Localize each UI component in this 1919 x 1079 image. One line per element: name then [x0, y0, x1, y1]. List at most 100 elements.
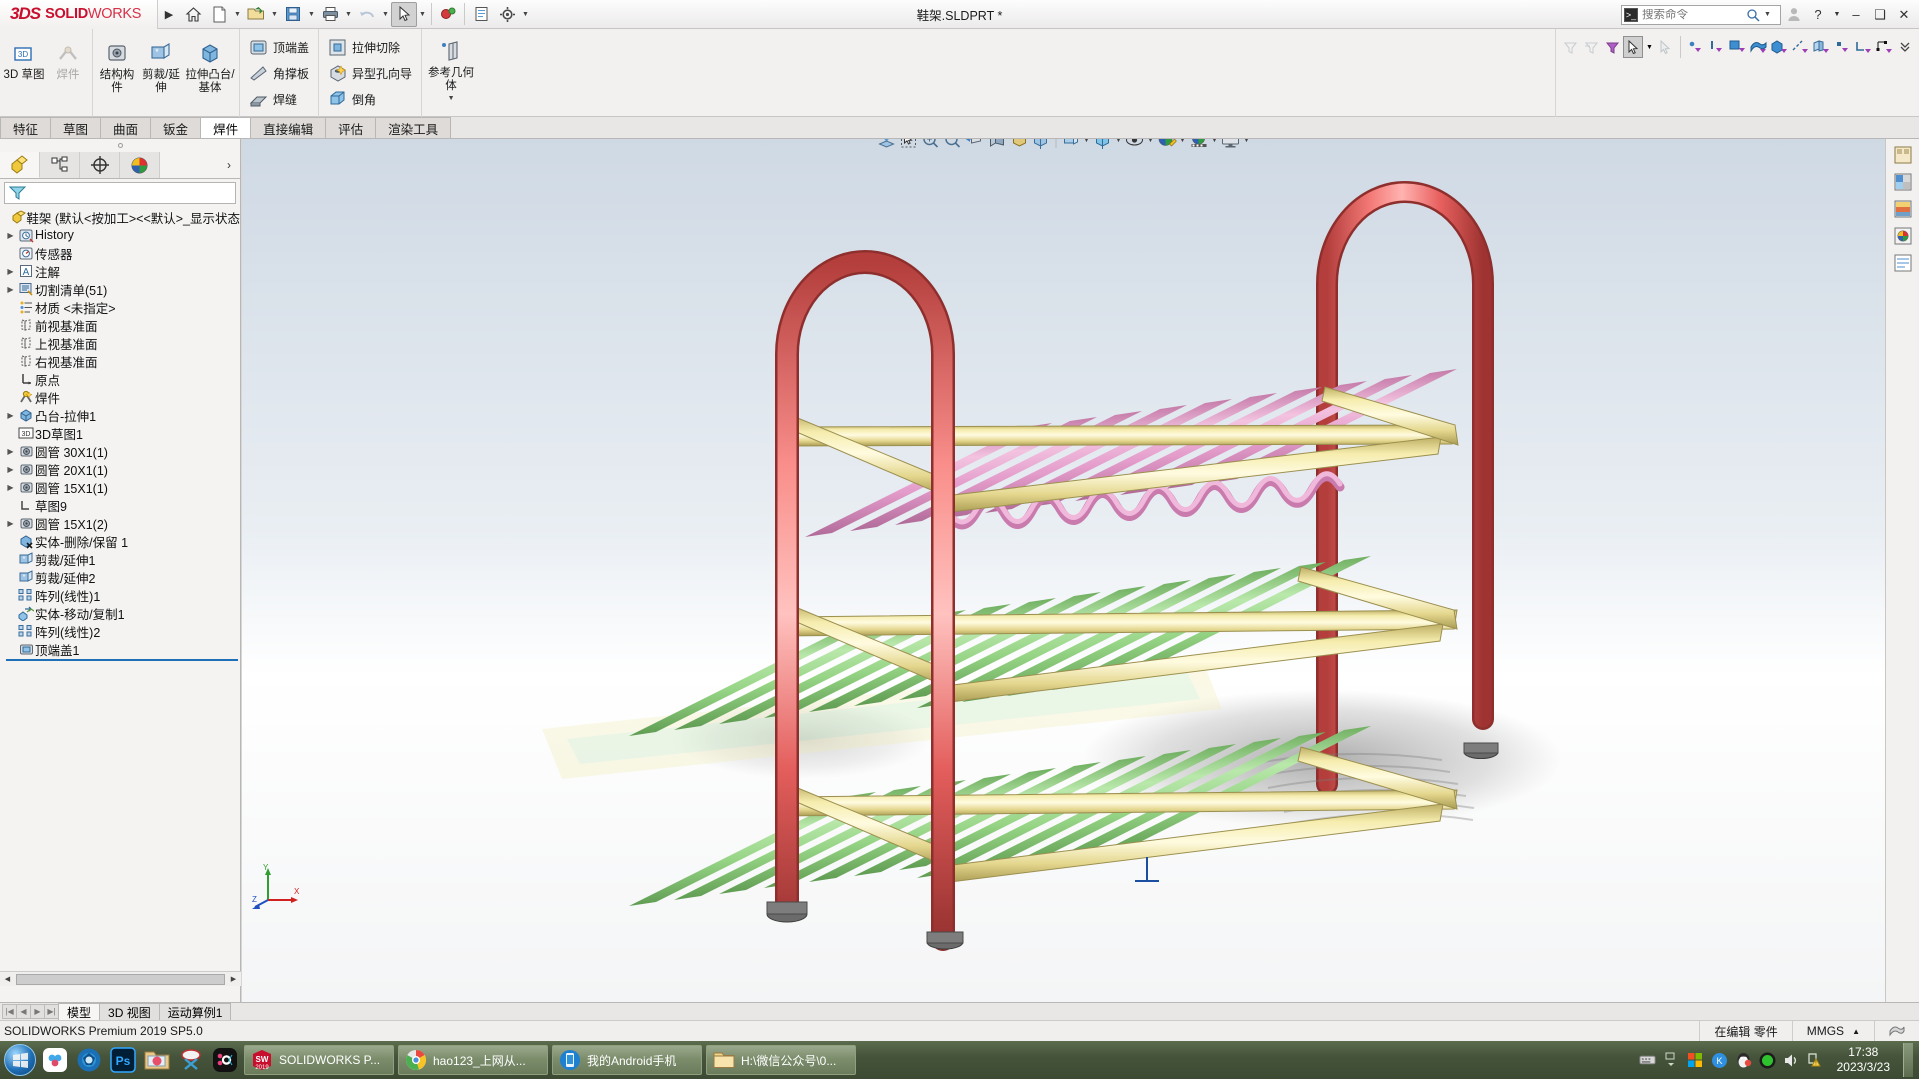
scenes-icon[interactable]: [1890, 197, 1916, 221]
photoshop-icon[interactable]: Ps: [108, 1045, 138, 1075]
tree-node[interactable]: 右视基准面: [4, 352, 240, 370]
tree-node[interactable]: 草图9: [4, 496, 240, 514]
cloud-sync-icon[interactable]: [40, 1045, 70, 1075]
tree-node[interactable]: 前视基准面: [4, 316, 240, 334]
tab-last-button[interactable]: ▶|: [44, 1004, 59, 1019]
tree-node[interactable]: * 剪裁/延伸1: [4, 550, 240, 568]
tree-node[interactable]: ▶ 切割清单(51): [4, 280, 240, 298]
taskbar-explorer-window[interactable]: H:\微信公众号\0...: [706, 1045, 856, 1075]
tree-expand-arrow-icon[interactable]: ▶: [4, 285, 17, 294]
tab-render-tools[interactable]: 渲染工具: [375, 117, 452, 138]
kingsoft-icon[interactable]: K: [1711, 1052, 1728, 1069]
tree-expand-arrow-icon[interactable]: ▶: [4, 231, 17, 240]
open-folder-icon[interactable]: [243, 2, 269, 27]
tree-horizontal-scrollbar[interactable]: ◀ ▶: [0, 971, 241, 986]
feature-tree[interactable]: 鞋架 (默认<按加工><<默认>_显示状态 ▶ History 传感器 ▶ A 注解 ▶ 切割清…: [0, 204, 240, 974]
tree-node[interactable]: 实体-删除/保留 1: [4, 532, 240, 550]
tree-node[interactable]: 3D 3D草图1: [4, 424, 240, 442]
view-palette-icon[interactable]: [1890, 143, 1916, 167]
filter-face-icon[interactable]: [1727, 36, 1747, 58]
ribbon-reference-geometry-button[interactable]: 参考几何体 ▼: [424, 31, 478, 115]
tree-expand-arrow-icon[interactable]: ▶: [4, 267, 17, 276]
ribbon-chamfer-button[interactable]: 倒角: [325, 86, 415, 112]
search-input[interactable]: [1642, 8, 1742, 21]
new-document-icon[interactable]: [206, 2, 232, 27]
bottom-tab-model[interactable]: 模型: [58, 1003, 101, 1020]
snipping-tool-icon[interactable]: [176, 1045, 206, 1075]
open-caret[interactable]: ▼: [269, 2, 280, 27]
tree-expand-arrow-icon[interactable]: ▶: [4, 519, 17, 528]
shoe-rack-model[interactable]: [242, 139, 1885, 1002]
print-caret[interactable]: ▼: [343, 2, 354, 27]
tab-sketch[interactable]: 草图: [50, 117, 102, 138]
tab-next-button[interactable]: ▶: [30, 1004, 45, 1019]
taskbar-solidworks-window[interactable]: SW 2019 SOLIDWORKS P...: [244, 1045, 394, 1075]
filter-surface-icon[interactable]: [1748, 36, 1768, 58]
ribbon-3d-sketch-button[interactable]: 3D 3D 草图: [2, 31, 46, 115]
tree-node[interactable]: ▶ 圆管 30X1(1): [4, 442, 240, 460]
display-manager-tab[interactable]: [120, 152, 160, 178]
tree-node[interactable]: 上视基准面: [4, 334, 240, 352]
tab-direct-editing[interactable]: 直接编辑: [250, 117, 327, 138]
tree-node[interactable]: 阵列(线性)2: [4, 622, 240, 640]
scroll-thumb[interactable]: [16, 973, 225, 985]
select-arrow-icon[interactable]: [1623, 36, 1643, 58]
ok-app-icon[interactable]: [210, 1045, 240, 1075]
qq-icon[interactable]: [1735, 1052, 1752, 1069]
filter-point-icon[interactable]: [1832, 36, 1852, 58]
tree-expand-arrow-icon[interactable]: ▶: [4, 411, 17, 420]
tree-expand-arrow-icon[interactable]: ▶: [4, 447, 17, 456]
tree-node[interactable]: 焊件: [4, 388, 240, 406]
tab-evaluate[interactable]: 评估: [325, 117, 377, 138]
decals-icon[interactable]: [1890, 224, 1916, 248]
select-other-icon[interactable]: [1656, 36, 1676, 58]
panel-tabs-expand-icon[interactable]: ›: [218, 152, 240, 178]
ribbon-hole-wizard-button[interactable]: 异型孔向导: [325, 60, 415, 86]
filter-purple-icon[interactable]: [1602, 36, 1622, 58]
ribbon-trim-extend-button[interactable]: * 剪裁/延伸: [139, 31, 183, 115]
tree-expand-arrow-icon[interactable]: ▶: [4, 483, 17, 492]
filter-vertex-icon[interactable]: [1685, 36, 1705, 58]
tree-node[interactable]: ▶ History: [4, 226, 240, 244]
restore-button[interactable]: ❑: [1869, 4, 1891, 26]
new-document-caret[interactable]: ▼: [232, 2, 243, 27]
scroll-right-arrow[interactable]: ▶: [226, 972, 241, 987]
reference-geometry-caret[interactable]: ▼: [448, 95, 455, 102]
appearances-icon[interactable]: [1890, 170, 1916, 194]
camera-lens-icon[interactable]: [74, 1045, 104, 1075]
filter-plane-icon[interactable]: [1811, 36, 1831, 58]
bottom-tab-motion-study[interactable]: 运动算例1: [158, 1003, 232, 1020]
ribbon-gusset-button[interactable]: 角撑板: [246, 60, 312, 86]
taskbar-clock[interactable]: 17:38 2023/3/23: [1831, 1045, 1896, 1075]
tab-features[interactable]: 特征: [0, 117, 52, 138]
tree-node[interactable]: ▶ A 注解: [4, 262, 240, 280]
feature-tree-filter[interactable]: [4, 182, 236, 204]
menu-expand-arrow[interactable]: ▶: [158, 8, 180, 21]
windows-flag-icon[interactable]: [1687, 1052, 1704, 1069]
filter-expand-icon[interactable]: [1895, 36, 1915, 58]
picture-folder-icon[interactable]: [142, 1045, 172, 1075]
start-button[interactable]: [4, 1044, 36, 1076]
tree-node[interactable]: 顶端盖1: [4, 640, 240, 658]
select-caret[interactable]: ▼: [417, 2, 428, 27]
keyboard-icon[interactable]: [1639, 1052, 1656, 1069]
tree-node[interactable]: ▶ 圆管 20X1(1): [4, 460, 240, 478]
scroll-left-arrow[interactable]: ◀: [0, 972, 15, 987]
tab-sheet-metal[interactable]: 钣金: [150, 117, 202, 138]
tree-node[interactable]: 阵列(线性)1: [4, 586, 240, 604]
undo-icon[interactable]: [354, 2, 380, 27]
tab-surfaces[interactable]: 曲面: [100, 117, 152, 138]
ribbon-weld-bead-button[interactable]: 焊缝: [246, 86, 312, 112]
tab-first-button[interactable]: |◀: [2, 1004, 17, 1019]
show-desktop-button[interactable]: [1903, 1043, 1913, 1077]
configuration-manager-tab[interactable]: [80, 152, 120, 178]
filter-solid-body-icon[interactable]: [1769, 36, 1789, 58]
ribbon-extrude-boss-button[interactable]: 拉伸凸台/基体: [183, 31, 237, 115]
property-manager-tab[interactable]: [40, 152, 80, 178]
graphics-viewport[interactable]: ▼ ▼ ▼ ▼ ▼ ▼ ◂ – ❑ ✕: [242, 139, 1885, 1002]
drawing-icon[interactable]: [468, 2, 494, 27]
filter-dimension-icon[interactable]: [1874, 36, 1894, 58]
feature-manager-tab[interactable]: [0, 152, 40, 178]
filter-axis-icon[interactable]: [1790, 36, 1810, 58]
search-icon[interactable]: [1746, 8, 1760, 22]
